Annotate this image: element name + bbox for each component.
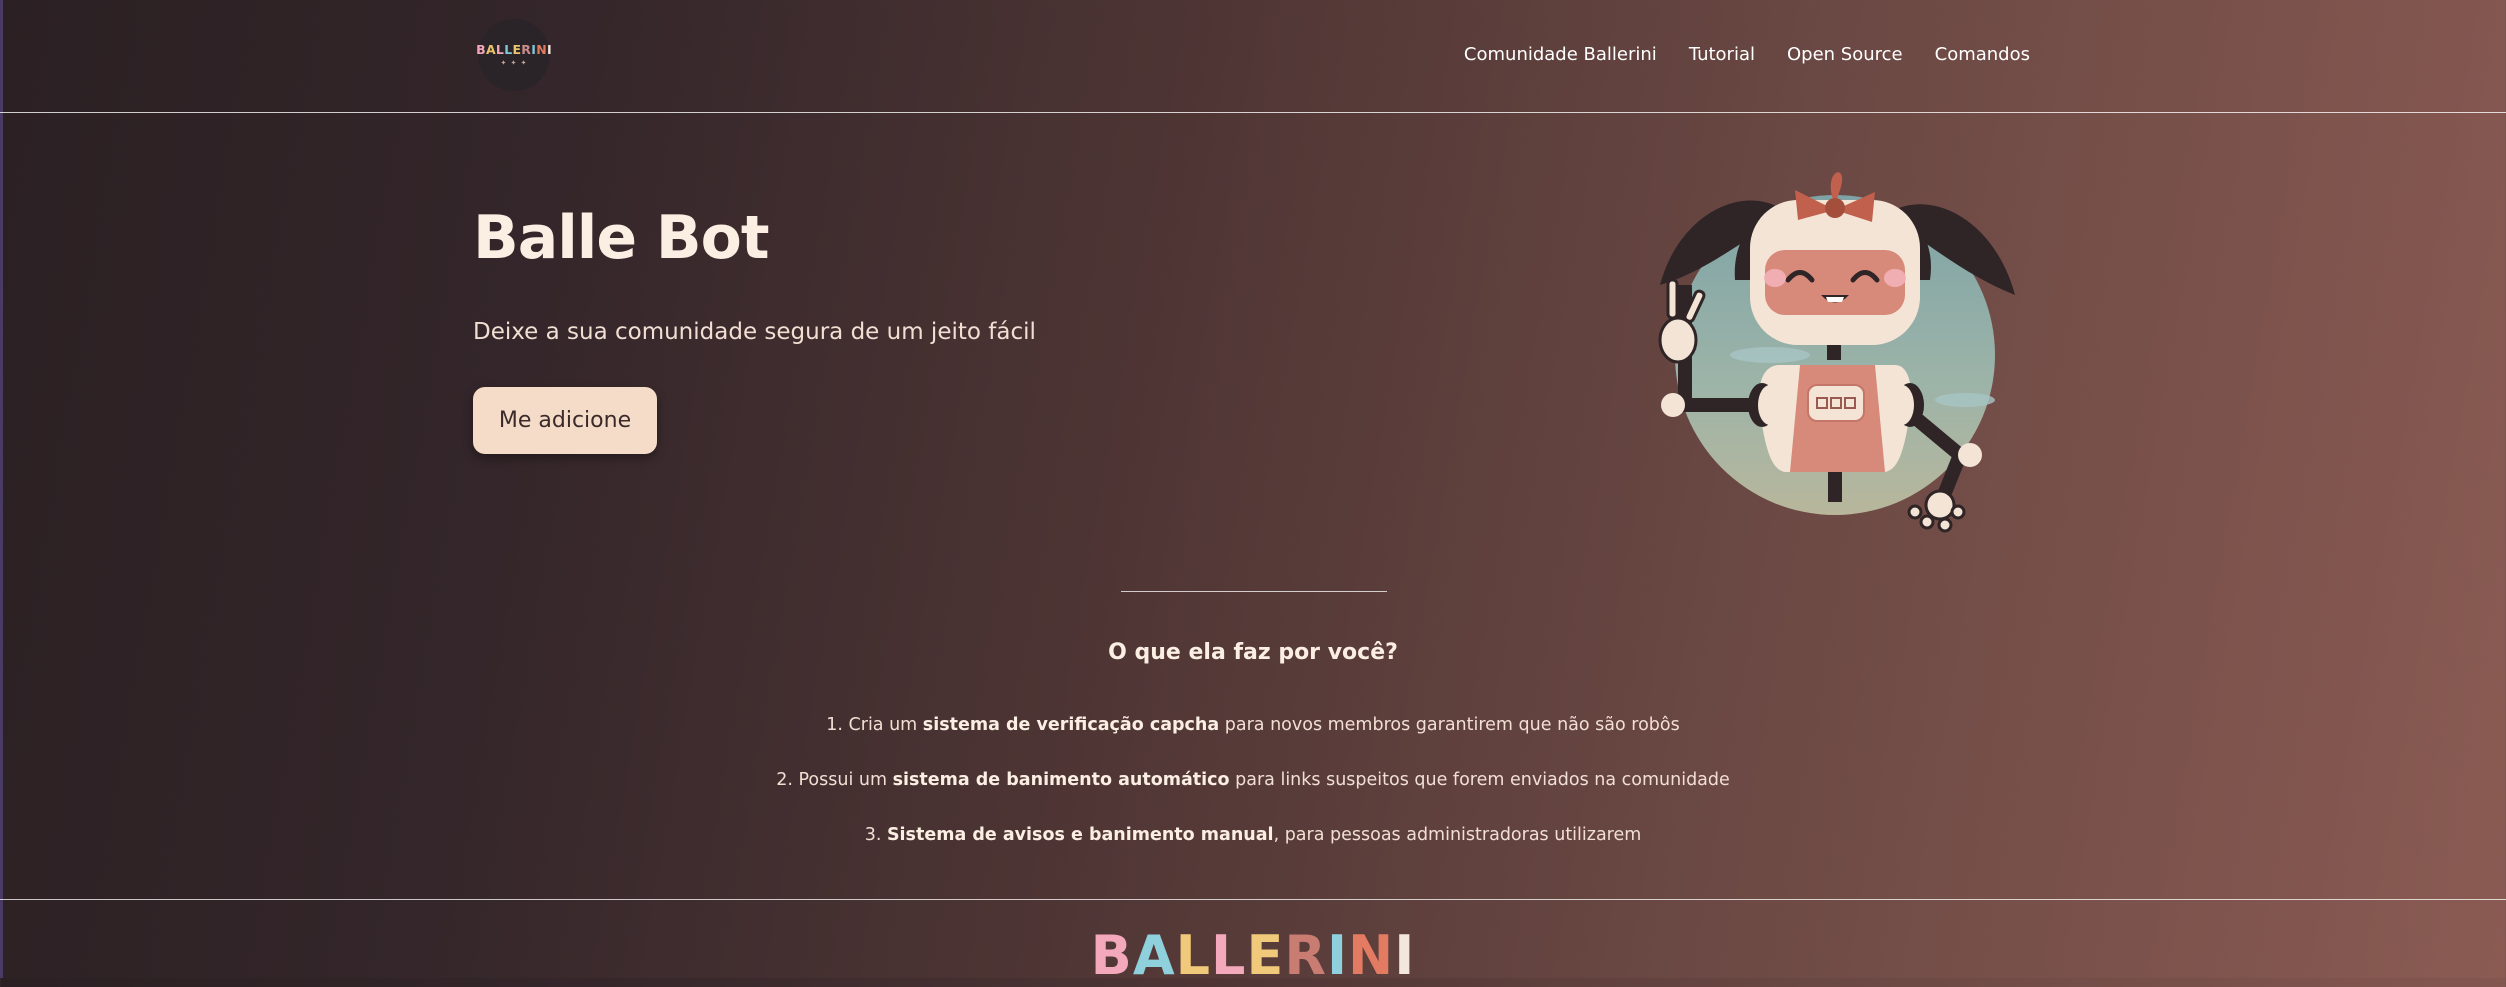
nav-link-comunidade[interactable]: Comunidade Ballerini (1464, 44, 1657, 65)
wordmark-letter: A (485, 42, 496, 57)
features-title: O que ela faz por você? (1108, 640, 1398, 665)
footer-logo: BALLERINI (0, 926, 2506, 986)
robot-mascot-icon (1658, 172, 2015, 533)
site-logo[interactable]: BALLERINI ✦ ✦ ✦ (476, 19, 552, 91)
feature-item-2: 2. Possui um sistema de banimento automá… (0, 770, 2506, 790)
section-divider (1121, 591, 1387, 592)
nav-link-comandos[interactable]: Comandos (1935, 44, 2030, 65)
wordmark-letter: R (521, 42, 532, 57)
feature-3-prefix: 3. (864, 825, 887, 845)
add-bot-button[interactable]: Me adicione (473, 387, 657, 454)
logo-stars: ✦ ✦ ✦ (500, 59, 528, 67)
hero-subtitle: Deixe a sua comunidade segura de um jeit… (473, 319, 1036, 345)
feature-1-prefix: 1. Cria um (826, 715, 923, 735)
feature-2-suffix: para links suspeitos que forem enviados … (1229, 770, 1730, 790)
wordmark-letter: E (512, 42, 522, 57)
feature-2-prefix: 2. Possui um (776, 770, 893, 790)
feature-item-3: 3. Sistema de avisos e banimento manual,… (0, 825, 2506, 845)
wordmark-letter: B (476, 42, 486, 57)
feature-1-bold: sistema de verificação capcha (922, 715, 1220, 735)
wordmark-letter: I (546, 42, 552, 57)
feature-item-1: 1. Cria um sistema de verificação capcha… (0, 715, 2506, 735)
page-title: Balle Bot (473, 203, 770, 273)
wordmark-letter: N (536, 42, 547, 57)
feature-3-suffix: , para pessoas administradoras utilizare… (1273, 825, 1642, 845)
logo-wordmark: BALLERINI (476, 43, 552, 57)
footer-divider (0, 899, 2506, 900)
feature-2-bold: sistema de banimento automático (892, 770, 1230, 790)
feature-1-suffix: para novos membros garantirem que não sã… (1219, 715, 1680, 735)
nav-link-open-source[interactable]: Open Source (1787, 44, 1903, 65)
nav-link-tutorial[interactable]: Tutorial (1689, 44, 1755, 65)
site-header: BALLERINI ✦ ✦ ✦ Comunidade Ballerini Tut… (0, 0, 2506, 113)
main-nav: Comunidade Ballerini Tutorial Open Sourc… (1464, 44, 2030, 65)
wordmark-letter: L (495, 42, 505, 57)
feature-3-bold: Sistema de avisos e banimento manual (886, 825, 1274, 845)
